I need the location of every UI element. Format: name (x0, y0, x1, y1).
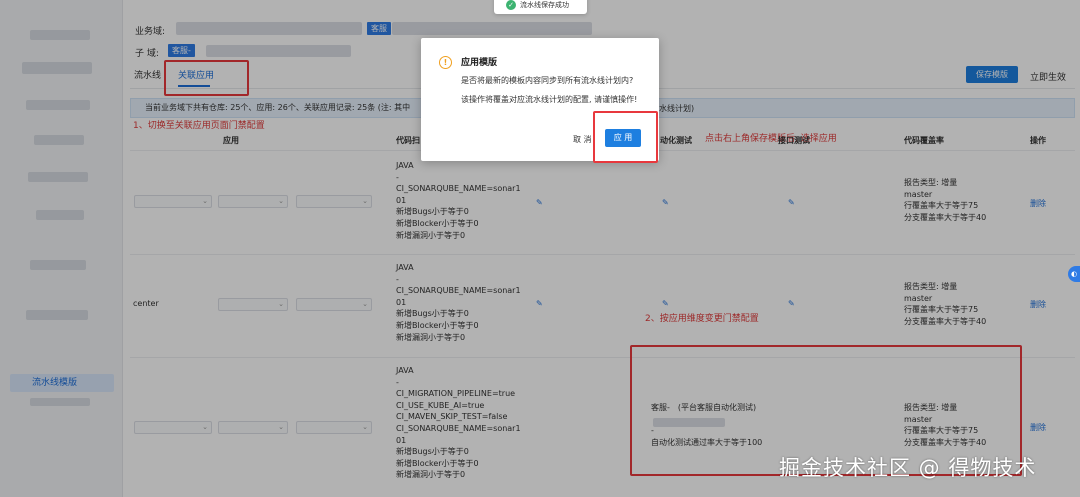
watermark: 掘金技术社区 @ 得物技术 (779, 456, 1037, 480)
dialog-question: 是否将最新的模板内容同步到所有流水线计划内? (461, 76, 634, 85)
check-icon: ✓ (506, 0, 516, 10)
dialog-warning-text: 该操作将覆盖对应流水线计划的配置, 请谨慎操作! (461, 95, 638, 104)
success-toast: ✓ 流水线保存成功 (494, 0, 587, 14)
dialog-title: 应用模版 (461, 58, 498, 68)
cancel-button[interactable]: 取 消 (573, 134, 592, 145)
annotation-box-apply (593, 111, 658, 163)
toast-text: 流水线保存成功 (520, 1, 569, 9)
feedback-float-icon[interactable]: ◐ (1068, 266, 1080, 282)
warning-icon: ! (439, 56, 452, 69)
page: 流水线模版 业务域: 客服 子 域: 客服- 流水线 关联应用 保存模版 立即生… (0, 0, 1080, 497)
